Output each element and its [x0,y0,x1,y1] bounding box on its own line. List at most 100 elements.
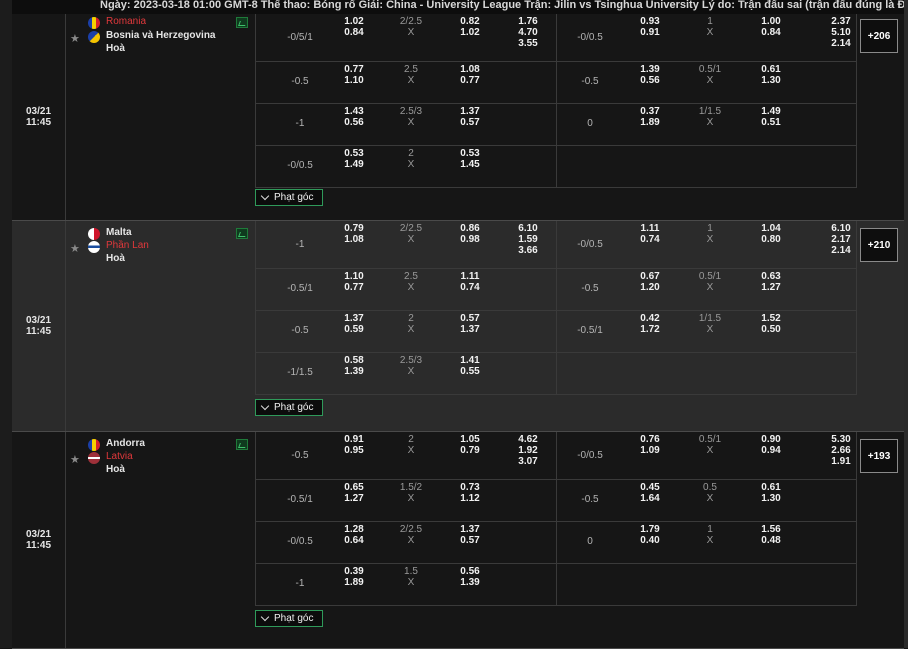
handicap-odd-away[interactable]: 1.49 [336,159,372,170]
over-odd[interactable]: 0.53 [452,148,488,159]
favorite-star-icon[interactable]: ★ [70,32,80,45]
euro-odd-x[interactable]: 3.66 [510,245,546,256]
fh-handicap-odd-home[interactable]: 0.42 [632,313,668,324]
handicap-odd-away[interactable]: 0.77 [336,282,372,293]
fh-under-odd[interactable]: 0.80 [753,234,789,245]
fh-euro-odd-x[interactable]: 2.14 [823,38,859,49]
home-team[interactable]: Malta [106,227,132,238]
away-team[interactable]: Phần Lan [106,240,149,251]
over-odd[interactable]: 0.57 [452,313,488,324]
under-odd[interactable]: 0.57 [452,535,488,546]
fh-over-odd[interactable]: 1.56 [753,524,789,535]
fh-over-odd[interactable]: 1.49 [753,106,789,117]
handicap-odd-home[interactable]: 0.65 [336,482,372,493]
under-odd[interactable]: 0.77 [452,75,488,86]
fh-euro-odd-1[interactable]: 5.30 [823,434,859,445]
handicap-odd-home[interactable]: 1.37 [336,313,372,324]
fh-under-odd[interactable]: 1.30 [753,493,789,504]
handicap-odd-home[interactable]: 1.28 [336,524,372,535]
handicap-odd-home[interactable]: 0.79 [336,223,372,234]
euro-odd-1[interactable]: 1.76 [510,16,546,27]
home-team[interactable]: Andorra [106,438,145,449]
fh-over-odd[interactable]: 0.90 [753,434,789,445]
under-odd[interactable]: 0.74 [452,282,488,293]
fh-handicap-odd-away[interactable]: 0.91 [632,27,668,38]
fh-handicap-odd-home[interactable]: 1.11 [632,223,668,234]
fh-handicap-odd-home[interactable]: 1.79 [632,524,668,535]
fh-euro-odd-2[interactable]: 5.10 [823,27,859,38]
away-team[interactable]: Bosnia và Herzegovina [106,30,215,41]
over-odd[interactable]: 0.56 [452,566,488,577]
under-odd[interactable]: 1.37 [452,324,488,335]
fh-under-odd[interactable]: 1.30 [753,75,789,86]
fh-over-odd[interactable]: 0.63 [753,271,789,282]
fh-handicap-odd-away[interactable]: 1.64 [632,493,668,504]
corner-toggle-button[interactable]: Phạt góc [255,610,323,627]
fh-over-odd[interactable]: 0.61 [753,64,789,75]
fh-handicap-odd-home[interactable]: 0.93 [632,16,668,27]
handicap-odd-away[interactable]: 0.64 [336,535,372,546]
more-markets-button[interactable]: +206 [860,19,898,53]
handicap-odd-home[interactable]: 0.77 [336,64,372,75]
euro-odd-1[interactable]: 4.62 [510,434,546,445]
handicap-odd-away[interactable]: 1.27 [336,493,372,504]
fh-over-odd[interactable]: 1.52 [753,313,789,324]
away-team[interactable]: Latvia [106,451,133,462]
fh-over-odd[interactable]: 1.00 [753,16,789,27]
fh-over-odd[interactable]: 0.61 [753,482,789,493]
handicap-odd-home[interactable]: 1.02 [336,16,372,27]
euro-odd-2[interactable]: 1.92 [510,445,546,456]
euro-odd-x[interactable]: 3.07 [510,456,546,467]
fh-euro-odd-2[interactable]: 2.17 [823,234,859,245]
under-odd[interactable]: 1.12 [452,493,488,504]
handicap-odd-away[interactable]: 0.84 [336,27,372,38]
over-odd[interactable]: 1.05 [452,434,488,445]
favorite-star-icon[interactable]: ★ [70,453,80,466]
over-odd[interactable]: 1.11 [452,271,488,282]
handicap-odd-away[interactable]: 1.10 [336,75,372,86]
euro-odd-2[interactable]: 1.59 [510,234,546,245]
fh-under-odd[interactable]: 0.84 [753,27,789,38]
over-odd[interactable]: 0.73 [452,482,488,493]
fh-under-odd[interactable]: 0.50 [753,324,789,335]
more-markets-button[interactable]: +193 [860,439,898,473]
fh-handicap-odd-home[interactable]: 0.45 [632,482,668,493]
euro-odd-2[interactable]: 4.70 [510,27,546,38]
handicap-odd-away[interactable]: 0.56 [336,117,372,128]
fh-under-odd[interactable]: 0.48 [753,535,789,546]
fh-euro-odd-x[interactable]: 1.91 [823,456,859,467]
fh-euro-odd-2[interactable]: 2.66 [823,445,859,456]
under-odd[interactable]: 0.98 [452,234,488,245]
under-odd[interactable]: 1.39 [452,577,488,588]
euro-odd-1[interactable]: 6.10 [510,223,546,234]
fh-euro-odd-x[interactable]: 2.14 [823,245,859,256]
stats-icon[interactable] [236,17,248,28]
under-odd[interactable]: 0.79 [452,445,488,456]
fh-under-odd[interactable]: 0.51 [753,117,789,128]
fh-handicap-odd-away[interactable]: 0.56 [632,75,668,86]
fh-over-odd[interactable]: 1.04 [753,223,789,234]
fh-handicap-odd-away[interactable]: 1.72 [632,324,668,335]
fh-euro-odd-1[interactable]: 2.37 [823,16,859,27]
stats-icon[interactable] [236,228,248,239]
handicap-odd-home[interactable]: 1.43 [336,106,372,117]
fh-handicap-odd-home[interactable]: 0.76 [632,434,668,445]
handicap-odd-home[interactable]: 0.53 [336,148,372,159]
over-odd[interactable]: 1.41 [452,355,488,366]
fh-under-odd[interactable]: 0.94 [753,445,789,456]
fh-handicap-odd-away[interactable]: 1.09 [632,445,668,456]
handicap-odd-away[interactable]: 1.89 [336,577,372,588]
fh-handicap-odd-away[interactable]: 0.40 [632,535,668,546]
handicap-odd-away[interactable]: 0.95 [336,445,372,456]
fh-handicap-odd-home[interactable]: 0.67 [632,271,668,282]
under-odd[interactable]: 0.57 [452,117,488,128]
stats-icon[interactable] [236,439,248,450]
handicap-odd-home[interactable]: 0.58 [336,355,372,366]
fh-handicap-odd-home[interactable]: 1.39 [632,64,668,75]
more-markets-button[interactable]: +210 [860,228,898,262]
over-odd[interactable]: 0.82 [452,16,488,27]
over-odd[interactable]: 1.08 [452,64,488,75]
over-odd[interactable]: 0.86 [452,223,488,234]
fh-under-odd[interactable]: 1.27 [753,282,789,293]
handicap-odd-away[interactable]: 1.08 [336,234,372,245]
